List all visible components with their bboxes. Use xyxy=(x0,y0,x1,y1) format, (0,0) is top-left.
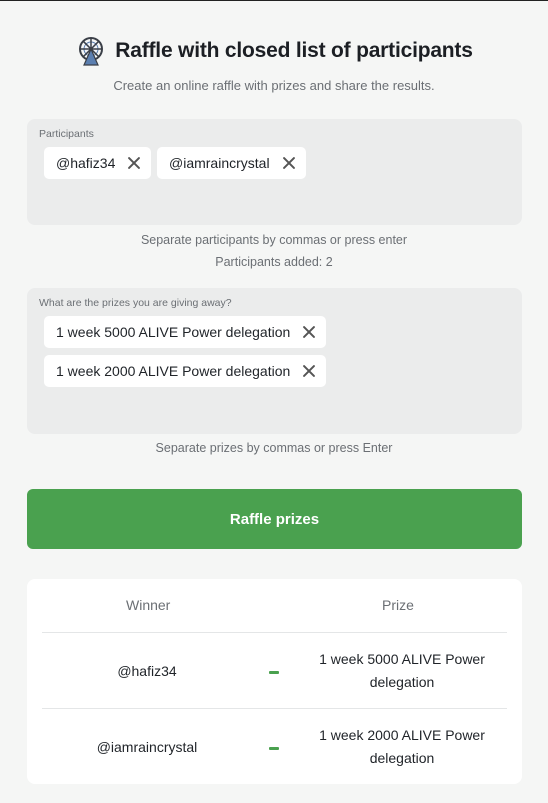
participant-chip-label: @iamraincrystal xyxy=(169,155,270,171)
page-title: Raffle with closed list of participants xyxy=(115,39,473,62)
prize-cell: 1 week 5000 ALIVE Power delegation xyxy=(319,650,485,690)
participants-hint: Separate participants by commas or press… xyxy=(140,233,408,247)
page-subtitle: Create an online raffle with prizes and … xyxy=(113,78,435,93)
participants-count: Participants added: 2 xyxy=(215,255,333,269)
prize-chip: 1 week 5000 ALIVE Power delegation xyxy=(44,316,327,348)
prizes-field[interactable]: What are the prizes you are giving away?… xyxy=(27,288,522,434)
prize-cell: 1 week 2000 ALIVE Power delegation xyxy=(319,726,485,766)
dash-icon xyxy=(269,747,279,750)
results-table: Winner Prize @hafiz34 1 week 5000 ALIVE … xyxy=(27,579,522,784)
close-icon[interactable] xyxy=(282,156,296,170)
table-row: @iamraincrystal 1 week 2000 ALIVE Power … xyxy=(27,709,522,784)
prizes-hint: Separate prizes by commas or press Enter xyxy=(155,441,393,455)
close-icon[interactable] xyxy=(302,325,316,339)
winner-cell: @iamraincrystal xyxy=(96,738,198,755)
participant-chip: @hafiz34 xyxy=(44,147,152,179)
prize-column-header: Prize xyxy=(382,597,414,613)
raffle-prizes-button[interactable]: Raffle prizes xyxy=(27,489,522,549)
page-header: Raffle with closed list of participants xyxy=(0,35,548,67)
prize-chip-label: 1 week 2000 ALIVE Power delegation xyxy=(56,363,291,379)
close-icon[interactable] xyxy=(127,156,141,170)
prize-chip: 1 week 2000 ALIVE Power delegation xyxy=(44,355,327,387)
winner-column-header: Winner xyxy=(126,597,171,613)
winner-cell: @hafiz34 xyxy=(117,662,177,679)
ferris-wheel-icon xyxy=(79,37,104,66)
participants-label: Participants xyxy=(39,128,94,140)
close-icon[interactable] xyxy=(302,364,316,378)
participants-field[interactable]: Participants @hafiz34 @iamraincrystal xyxy=(27,119,522,225)
participant-chip-label: @hafiz34 xyxy=(56,155,116,171)
dash-icon xyxy=(269,671,279,674)
table-row: @hafiz34 1 week 5000 ALIVE Power delegat… xyxy=(27,633,522,708)
participant-chip: @iamraincrystal xyxy=(157,147,306,179)
prize-chip-label: 1 week 5000 ALIVE Power delegation xyxy=(56,324,291,340)
prizes-label: What are the prizes you are giving away? xyxy=(39,297,232,309)
